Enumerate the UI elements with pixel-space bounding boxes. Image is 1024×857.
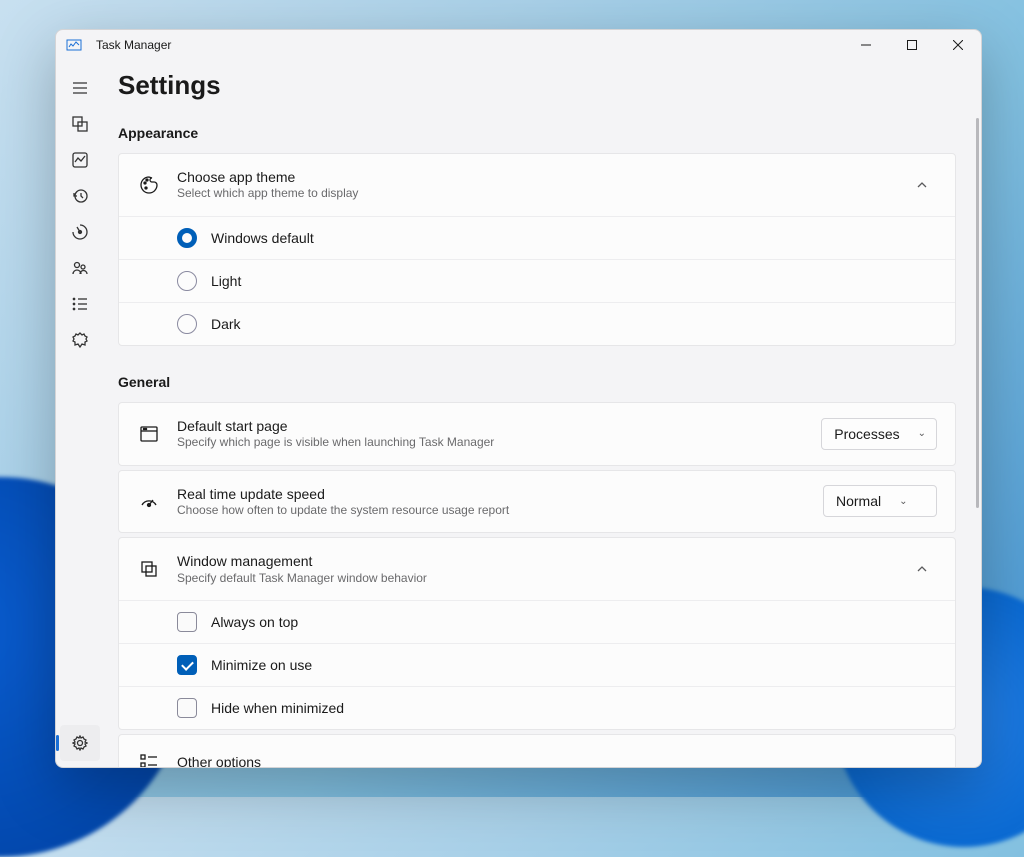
update-speed-row: Real time update speed Choose how often … [119,471,955,533]
chevron-up-icon [907,563,937,575]
sidebar [56,60,104,767]
start-page-row: Default start page Specify which page is… [119,403,955,465]
hide-when-minimized-option[interactable]: Hide when minimized [119,687,955,729]
window-controls [843,30,981,60]
update-speed-title: Real time update speed [177,485,823,503]
performance-nav-icon[interactable] [60,142,100,178]
task-manager-window: Task Manager [55,29,982,768]
page-title: Settings [118,70,956,101]
close-button[interactable] [935,30,981,60]
options-list-icon [137,752,161,767]
update-speed-card: Real time update speed Choose how often … [118,470,956,534]
scrollbar-indicator[interactable] [976,118,979,508]
theme-option-dark[interactable]: Dark [119,303,955,345]
start-page-title: Default start page [177,417,821,435]
theme-card: Choose app theme Select which app theme … [118,153,956,346]
minimize-button[interactable] [843,30,889,60]
app-history-nav-icon[interactable] [60,178,100,214]
checkbox-checked-icon [177,655,197,675]
title-bar[interactable]: Task Manager [56,30,981,60]
theme-subtitle: Select which app theme to display [177,186,907,202]
update-speed-select[interactable]: Normal ⌄ [823,485,937,517]
start-page-card: Default start page Specify which page is… [118,402,956,466]
settings-content[interactable]: Settings Appearance Choose app theme Sel… [104,60,981,767]
minimize-on-use-option[interactable]: Minimize on use [119,644,955,687]
start-page-subtitle: Specify which page is visible when launc… [177,435,821,451]
services-nav-icon[interactable] [60,322,100,358]
window-mgmt-title: Window management [177,552,907,570]
details-nav-icon[interactable] [60,286,100,322]
startup-apps-nav-icon[interactable] [60,214,100,250]
radio-unchecked-icon [177,271,197,291]
chevron-up-icon [907,179,937,191]
other-options-card: Other options [118,734,956,767]
users-nav-icon[interactable] [60,250,100,286]
checkbox-unchecked-icon [177,612,197,632]
chevron-down-icon: ⌄ [899,496,907,507]
windows-icon [137,559,161,579]
window-mgmt-subtitle: Specify default Task Manager window beha… [177,571,907,587]
checkbox-unchecked-icon [177,698,197,718]
settings-nav-icon[interactable] [60,725,100,761]
general-header: General [118,374,956,390]
hamburger-menu-button[interactable] [60,70,100,106]
window-management-row[interactable]: Window management Specify default Task M… [119,538,955,601]
window-management-card: Window management Specify default Task M… [118,537,956,730]
radio-checked-icon [177,228,197,248]
palette-icon [137,175,161,195]
app-icon [66,37,82,53]
theme-title: Choose app theme [177,168,907,186]
theme-option-windows-default[interactable]: Windows default [119,217,955,260]
window-title: Task Manager [96,38,843,52]
maximize-button[interactable] [889,30,935,60]
always-on-top-option[interactable]: Always on top [119,601,955,644]
radio-unchecked-icon [177,314,197,334]
speed-icon [137,491,161,511]
appearance-header: Appearance [118,125,956,141]
other-options-title: Other options [177,753,937,767]
start-page-select[interactable]: Processes ⌄ [821,418,937,450]
processes-nav-icon[interactable] [60,106,100,142]
chevron-down-icon: ⌄ [918,428,926,439]
page-icon [137,424,161,444]
theme-row[interactable]: Choose app theme Select which app theme … [119,154,955,217]
theme-option-light[interactable]: Light [119,260,955,303]
other-options-row[interactable]: Other options [119,735,955,767]
update-speed-subtitle: Choose how often to update the system re… [177,503,823,519]
